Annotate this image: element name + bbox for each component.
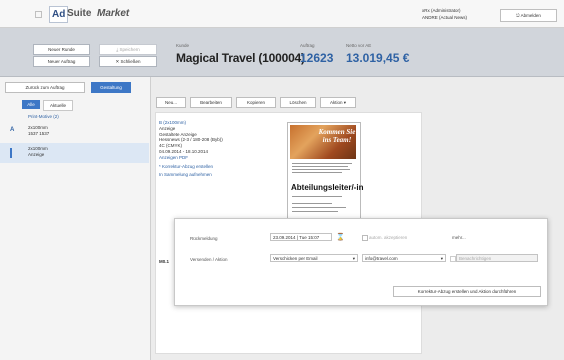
more-link[interactable]: mehr... bbox=[452, 235, 466, 240]
send-method-select[interactable]: Verschicken per Email ▾ bbox=[270, 254, 358, 262]
menu-icon[interactable] bbox=[35, 11, 42, 18]
chevron-down-icon: ▾ bbox=[440, 256, 443, 261]
chevron-down-icon: ▾ bbox=[352, 256, 355, 261]
create-proof-link[interactable]: * Korrektur-Abzug erstellen bbox=[159, 164, 223, 170]
selection-marker bbox=[10, 148, 12, 158]
ad-text-line bbox=[292, 196, 342, 197]
close-button[interactable]: ✕ Schließen bbox=[99, 56, 157, 67]
ad-text-line bbox=[292, 163, 352, 164]
ad-text-line bbox=[292, 169, 350, 170]
auto-accept-checkbox[interactable] bbox=[362, 235, 368, 241]
user-info: ANDRE (Actual News) bbox=[422, 15, 468, 20]
order-label: Auftrag bbox=[300, 43, 315, 48]
list-item-line2: Anzeige bbox=[28, 152, 45, 157]
order-number: 12623 bbox=[300, 51, 334, 65]
list-item-line2: 1537 1537 bbox=[28, 131, 50, 136]
chevron-down-icon: ▾ bbox=[342, 100, 347, 105]
list-item-marker: A bbox=[10, 127, 15, 133]
edit-button[interactable]: Bearbeiten bbox=[190, 97, 232, 108]
send-action-label: Versenden / Aktion bbox=[190, 257, 228, 262]
filter-current-tab[interactable]: Aktuelle bbox=[43, 100, 73, 111]
delete-button[interactable]: Löschen bbox=[280, 97, 316, 108]
sidebar bbox=[0, 77, 151, 360]
email-select[interactable]: info@travel.com ▾ bbox=[362, 254, 446, 262]
calendar-icon[interactable]: ⌛ bbox=[336, 233, 345, 241]
action-dropdown[interactable]: Aktion ▾ bbox=[320, 97, 356, 108]
amount-label: Netto vor AE bbox=[346, 43, 372, 48]
deadline-input[interactable]: 23.09.2014 | Tue 15:07 bbox=[270, 233, 332, 241]
new-round-button[interactable]: Neuer Runde bbox=[33, 44, 90, 55]
logout-button[interactable]: ⎋ Abmelden bbox=[500, 9, 557, 22]
add-to-collection-link[interactable]: In Sammelung aufnehmen bbox=[159, 172, 223, 178]
ad-text-line bbox=[292, 172, 342, 173]
create-proof-button[interactable]: Korrektur-Abzug erstellen und Aktion dur… bbox=[393, 286, 541, 297]
new-button[interactable]: Neu... bbox=[156, 97, 186, 108]
design-tab[interactable]: Gestaltung bbox=[91, 82, 131, 93]
copy-button[interactable]: Kopieren bbox=[236, 97, 276, 108]
campaign-label: Kunde bbox=[176, 43, 190, 48]
new-order-button[interactable]: Neuer Auftrag bbox=[33, 56, 90, 67]
back-to-order-button[interactable]: Zurück zum Auftrag bbox=[5, 82, 85, 93]
ad-text-line bbox=[292, 207, 346, 208]
order-amount: 13.019,45 € bbox=[346, 51, 410, 65]
user-name: xRx (Administrator) bbox=[422, 8, 461, 13]
deadline-label: Rückmeldung bbox=[190, 236, 218, 241]
list-item[interactable]: A 2x100mm 1537 1537 bbox=[0, 122, 149, 142]
ad-text-line bbox=[292, 203, 332, 204]
motive-footer: M0.1 bbox=[159, 259, 170, 264]
print-motive-group[interactable]: Print-Motive (2) bbox=[28, 114, 59, 120]
logo-suite: Suite bbox=[67, 8, 92, 19]
notify-input[interactable]: Benachrichtigen bbox=[456, 254, 538, 262]
ad-headline: Kommen Sie ins Team! bbox=[318, 128, 356, 144]
filter-all-tab[interactable]: Alle bbox=[22, 100, 40, 109]
logo-ad: Ad bbox=[49, 6, 69, 23]
list-item-selected[interactable]: 2x100mm Anzeige bbox=[0, 143, 149, 163]
ad-title: Abteilungsleiter/-in bbox=[291, 183, 364, 192]
logo-market: Market bbox=[97, 8, 130, 19]
save-button[interactable]: ⤓ Speichern bbox=[99, 44, 157, 55]
logout-label: Abmelden bbox=[520, 13, 541, 18]
ad-pdf-link[interactable]: Anzeigen PDF bbox=[159, 155, 223, 161]
motive-details: B (2x100mm) Anzeige Gestaltete Anzeige H… bbox=[159, 120, 223, 178]
ad-text-line bbox=[292, 166, 348, 167]
ad-text-line bbox=[292, 211, 338, 212]
campaign-title: Magical Travel (100004) bbox=[176, 51, 305, 65]
auto-accept-label: autom. akzeptieren bbox=[369, 235, 408, 240]
